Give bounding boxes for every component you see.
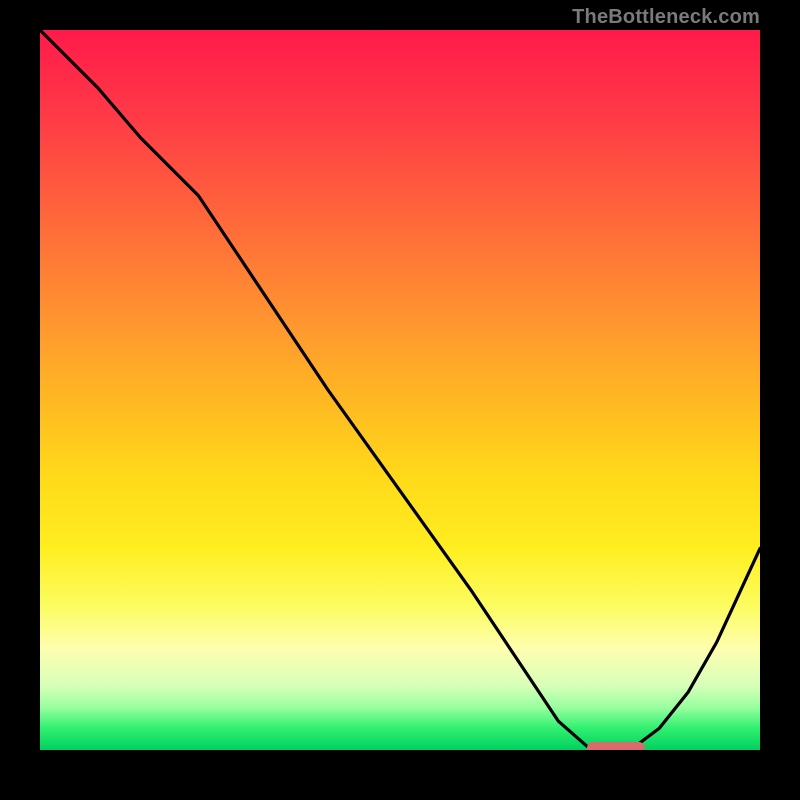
x-axis	[30, 750, 760, 752]
plot-area	[40, 30, 760, 750]
attribution-text: TheBottleneck.com	[572, 6, 760, 29]
bottleneck-curve	[40, 30, 760, 750]
chart-frame: TheBottleneck.com	[0, 0, 800, 800]
sweet-spot-marker	[587, 742, 645, 750]
y-axis	[38, 30, 40, 760]
